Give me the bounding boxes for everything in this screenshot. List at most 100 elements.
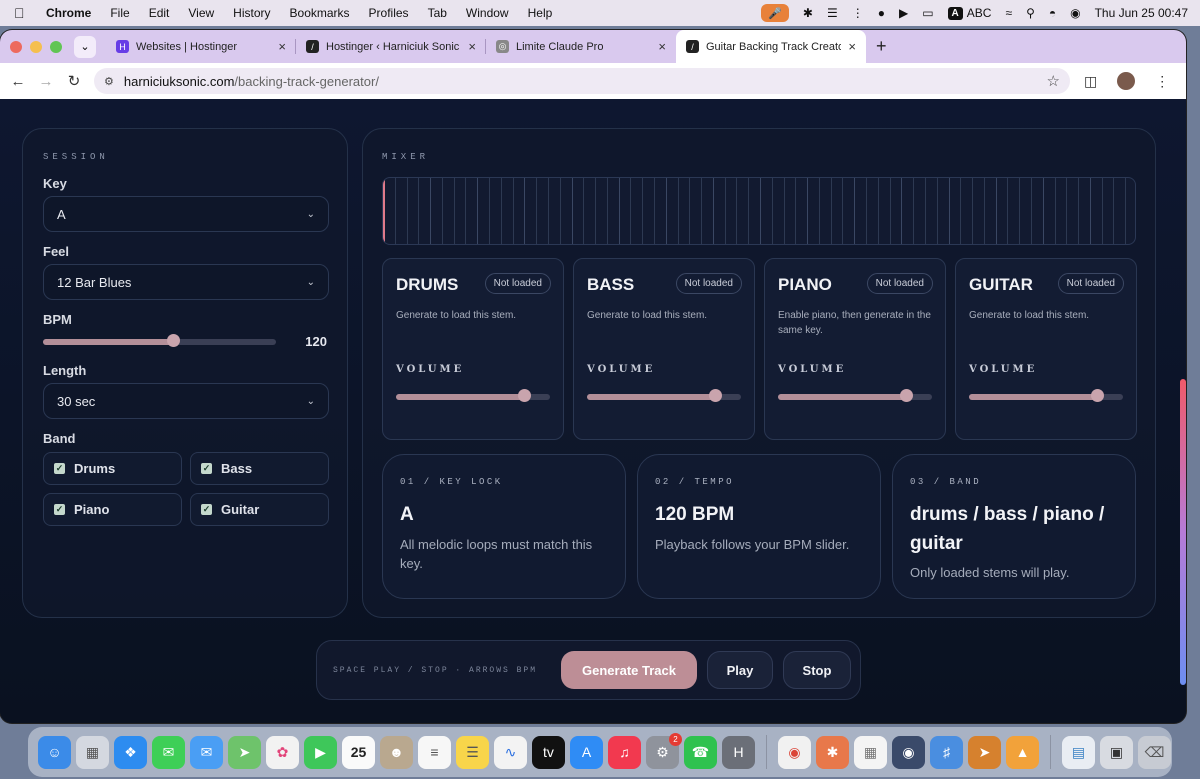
feel-select[interactable]: 12 Bar Blues ⌄: [43, 264, 329, 300]
calendar-icon[interactable]: 25: [342, 735, 375, 769]
apple-icon[interactable]: : [14, 5, 28, 21]
reminders-icon[interactable]: ≡: [418, 735, 451, 769]
logo-icon[interactable]: ●: [878, 6, 885, 20]
reload-icon[interactable]: ↻: [60, 72, 88, 90]
menu-help[interactable]: Help: [528, 6, 553, 20]
address-bar[interactable]: ⚙ harniciuksonic.com /backing-track-gene…: [94, 68, 1070, 94]
close-tab-icon[interactable]: ×: [468, 39, 476, 54]
extensions-icon[interactable]: ◫: [1084, 73, 1097, 90]
input-source[interactable]: A ABC: [947, 6, 991, 20]
volume-slider-thumb[interactable]: [899, 389, 913, 402]
stack-icon[interactable]: ☰: [827, 6, 838, 20]
scrollbar[interactable]: [1180, 379, 1186, 685]
messages-icon[interactable]: ✉: [152, 735, 185, 769]
stop-button[interactable]: Stop: [783, 651, 851, 689]
band-checkbox-bass[interactable]: ✓ Bass: [190, 452, 329, 485]
whatsapp-icon[interactable]: ☎: [684, 735, 717, 769]
forward-icon[interactable]: →: [32, 73, 60, 90]
volume-slider-thumb[interactable]: [708, 389, 722, 402]
profile-avatar[interactable]: [1117, 72, 1136, 90]
close-tab-icon[interactable]: ×: [278, 39, 286, 54]
contacts-icon[interactable]: ☻: [380, 735, 413, 769]
close-window-icon[interactable]: [10, 40, 22, 53]
tab-limite-claude[interactable]: ◎ Limite Claude Pro ×: [486, 30, 676, 63]
menu-view[interactable]: View: [188, 6, 214, 20]
disk-utility-icon[interactable]: ◉: [892, 735, 925, 769]
apple-tv-icon[interactable]: tv: [532, 735, 565, 769]
play-circle-icon[interactable]: ▶: [899, 6, 908, 20]
keyboard-hint: SPACE PLAY / STOP · ARROWS BPM: [333, 665, 538, 675]
volume-slider-thumb[interactable]: [1090, 389, 1104, 402]
bpm-slider-thumb[interactable]: [167, 334, 181, 347]
clock[interactable]: Thu Jun 25 00:47: [1095, 6, 1188, 20]
control-center-icon[interactable]: ◓: [1049, 6, 1056, 20]
new-tab-icon[interactable]: +: [876, 36, 887, 57]
battery-icon[interactable]: ▭: [922, 6, 933, 20]
timeline-grid: [395, 178, 1126, 244]
close-tab-icon[interactable]: ×: [848, 39, 856, 54]
checkmark-icon: ✓: [201, 504, 212, 515]
app-store-icon[interactable]: A: [570, 735, 603, 769]
tab-search-icon[interactable]: ⌄: [74, 35, 96, 58]
photos-icon[interactable]: ✿: [266, 735, 299, 769]
finder-icon[interactable]: ☺: [38, 735, 71, 769]
spreadsheet-icon[interactable]: ▦: [854, 735, 887, 769]
playhead[interactable]: [383, 178, 385, 244]
band-checkbox-guitar[interactable]: ✓ Guitar: [190, 493, 329, 526]
menu-history[interactable]: History: [233, 6, 270, 20]
vlc-icon[interactable]: ▲: [1006, 735, 1039, 769]
bookmark-star-icon[interactable]: ☆: [1047, 72, 1060, 90]
screenshot-folder-icon[interactable]: ▣: [1100, 735, 1133, 769]
band-checkbox-piano[interactable]: ✓ Piano: [43, 493, 182, 526]
play-button[interactable]: Play: [707, 651, 773, 689]
minimize-window-icon[interactable]: [30, 40, 42, 53]
status-badge: Not loaded: [866, 273, 933, 294]
notes-icon[interactable]: ☰: [456, 735, 489, 769]
controls-icon[interactable]: ⋮: [852, 6, 864, 20]
menu-file[interactable]: File: [110, 6, 129, 20]
claude-icon[interactable]: ✱: [816, 735, 849, 769]
trash-icon[interactable]: ⌫: [1138, 735, 1171, 769]
mail-icon[interactable]: ✉: [190, 735, 223, 769]
card-value: drums / bass / piano / guitar: [910, 504, 1105, 554]
siri-icon[interactable]: ◉: [1070, 6, 1080, 20]
band-checkbox-drums[interactable]: ✓ Drums: [43, 452, 182, 485]
generate-track-button[interactable]: Generate Track: [561, 651, 697, 689]
document-icon[interactable]: ▤: [1062, 735, 1095, 769]
menu-kebab-icon[interactable]: ⋮: [1155, 73, 1169, 90]
zoom-window-icon[interactable]: [50, 40, 62, 53]
tab-hostinger-sonic[interactable]: / Hostinger ‹ Harniciuk Sonic — ×: [296, 30, 486, 63]
menu-profiles[interactable]: Profiles: [369, 6, 409, 20]
timeline-waveform[interactable]: [382, 177, 1136, 245]
rocket-app-icon[interactable]: ➤: [968, 735, 1001, 769]
menu-bookmarks[interactable]: Bookmarks: [290, 6, 350, 20]
bpm-slider[interactable]: [43, 339, 276, 345]
music-icon[interactable]: ♫: [608, 735, 641, 769]
h-app-icon[interactable]: H: [722, 735, 755, 769]
menu-tab[interactable]: Tab: [428, 6, 447, 20]
menu-window[interactable]: Window: [466, 6, 509, 20]
wifi-icon[interactable]: ≈: [1005, 6, 1012, 20]
close-tab-icon[interactable]: ×: [658, 39, 666, 54]
chrome-icon[interactable]: ◉: [778, 735, 811, 769]
system-settings-icon[interactable]: ⚙ 2: [646, 732, 682, 769]
guitar-pro-icon[interactable]: ♯: [930, 735, 963, 769]
length-select[interactable]: 30 sec ⌄: [43, 383, 329, 419]
menu-edit[interactable]: Edit: [149, 6, 170, 20]
microphone-icon[interactable]: 🎤: [760, 4, 789, 22]
stem-name: GUITAR: [969, 275, 1033, 294]
launchpad-icon[interactable]: ▦: [76, 735, 109, 769]
claude-icon[interactable]: ✱: [803, 6, 813, 20]
tab-hostinger-websites[interactable]: H Websites | Hostinger ×: [106, 30, 296, 63]
menu-app-name[interactable]: Chrome: [46, 6, 91, 20]
tab-guitar-backing-track[interactable]: / Guitar Backing Track Creator ×: [676, 30, 866, 63]
key-select[interactable]: A ⌄: [43, 196, 329, 232]
volume-slider-thumb[interactable]: [517, 389, 531, 402]
freeform-icon[interactable]: ∿: [494, 735, 527, 769]
spotlight-icon[interactable]: ⚲: [1026, 6, 1035, 20]
safari-icon[interactable]: ❖: [114, 735, 147, 769]
site-info-icon[interactable]: ⚙: [104, 75, 114, 88]
back-icon[interactable]: ←: [4, 73, 32, 90]
maps-icon[interactable]: ➤: [228, 735, 261, 769]
facetime-icon[interactable]: ▶: [304, 735, 337, 769]
